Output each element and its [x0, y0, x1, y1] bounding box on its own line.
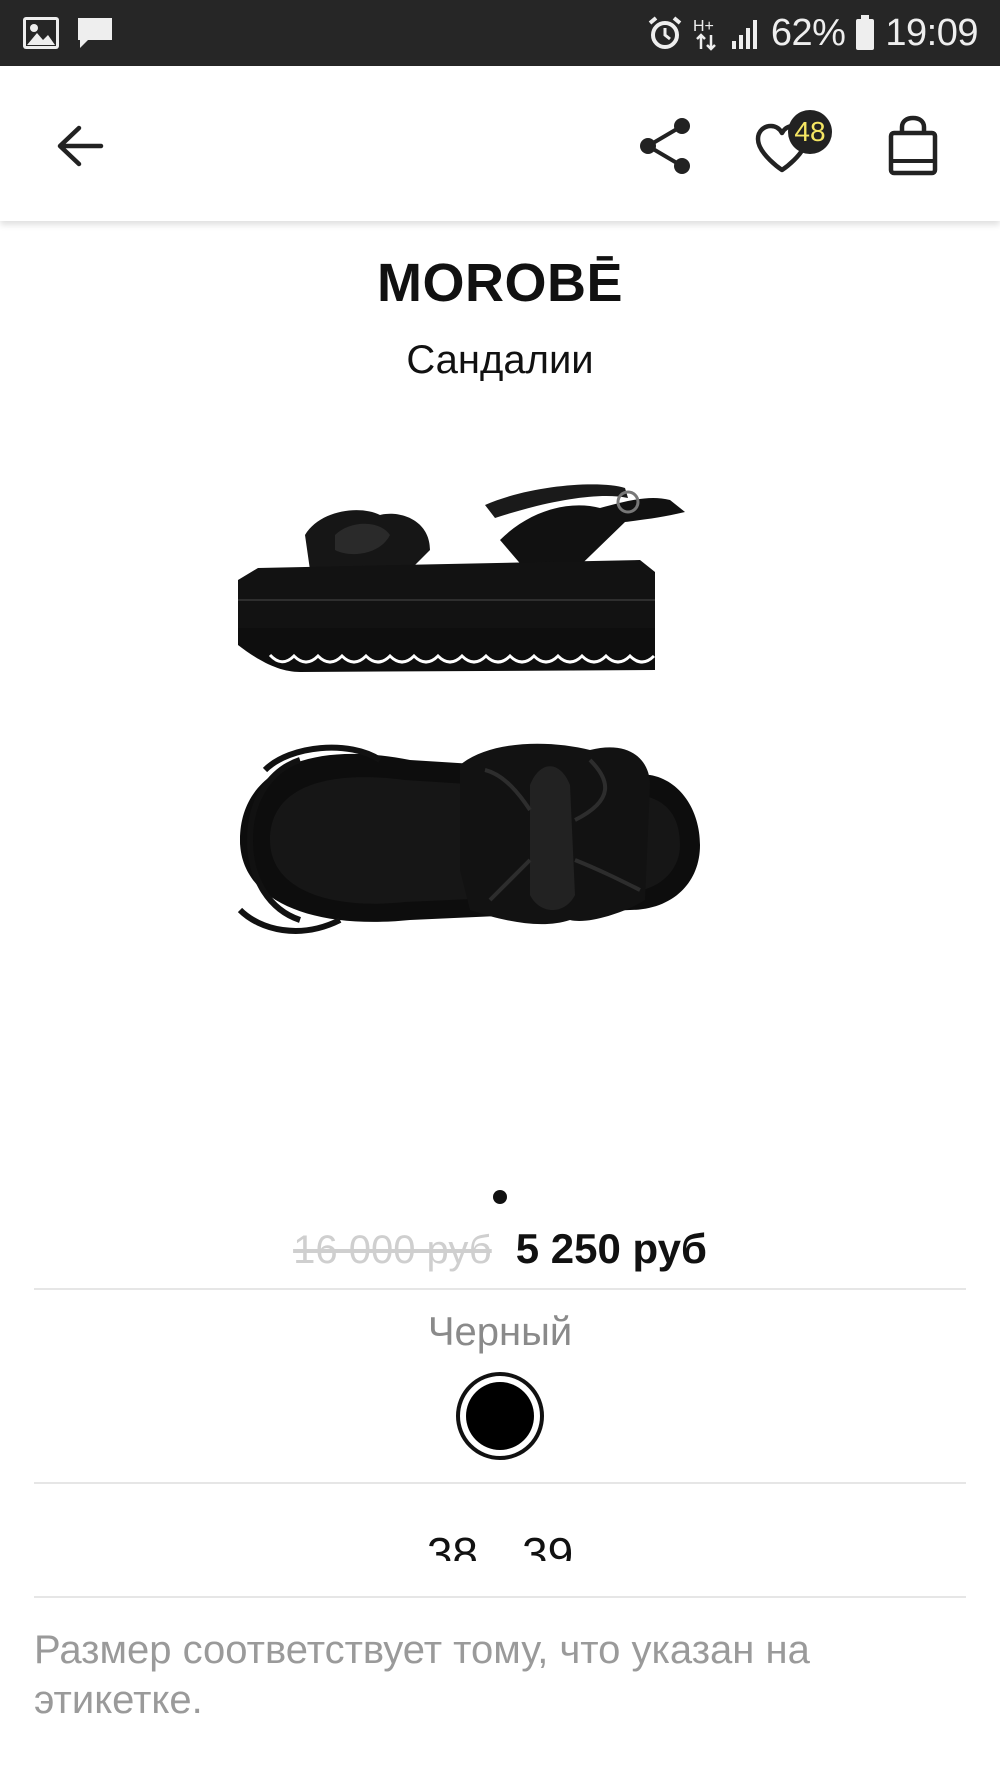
shopping-bag-icon — [887, 115, 939, 182]
product-type: Сандалии — [406, 338, 594, 382]
product-image[interactable] — [230, 440, 770, 1120]
divider — [34, 1288, 966, 1290]
color-name: Черный — [427, 1310, 573, 1354]
alarm-icon — [647, 15, 683, 51]
favorites-count-badge: 48 — [788, 110, 832, 154]
size-selector: 38 39 — [0, 1505, 1000, 1561]
battery-percent: 62% — [770, 11, 846, 54]
share-button[interactable] — [625, 108, 705, 188]
cart-button[interactable] — [873, 108, 953, 188]
back-button[interactable] — [40, 108, 120, 188]
divider — [34, 1482, 966, 1484]
brand-name: MOROBĒ — [377, 253, 623, 313]
divider — [34, 1596, 966, 1598]
size-note: Размер соответствует тому, что указан на… — [34, 1628, 810, 1722]
current-price: 5 250 руб — [515, 1225, 707, 1272]
back-arrow-icon — [55, 124, 105, 173]
color-swatch-fill — [466, 1382, 534, 1450]
app-bar: 48 — [0, 66, 1000, 221]
message-icon — [76, 16, 114, 50]
signal-icon — [731, 17, 761, 49]
share-icon — [638, 117, 692, 180]
favorites-button[interactable]: 48 — [742, 108, 832, 188]
old-price: 16 000 руб — [293, 1228, 492, 1272]
clock: 19:09 — [885, 11, 978, 54]
size-option[interactable]: 39 — [522, 1527, 573, 1561]
network-type-icon: H+ — [693, 15, 721, 51]
status-bar: H+ 62% 19:09 — [0, 0, 1000, 66]
price-row: 16 000 руб 5 250 руб — [0, 1225, 1000, 1273]
size-option[interactable]: 38 — [427, 1527, 478, 1561]
image-icon — [22, 16, 60, 50]
sandal-illustration — [237, 484, 700, 934]
gallery-dot-active[interactable] — [493, 1190, 507, 1204]
color-swatch-black[interactable] — [456, 1372, 544, 1460]
gallery-pager — [0, 1190, 1000, 1204]
svg-text:H+: H+ — [693, 18, 714, 35]
battery-icon — [855, 15, 875, 51]
